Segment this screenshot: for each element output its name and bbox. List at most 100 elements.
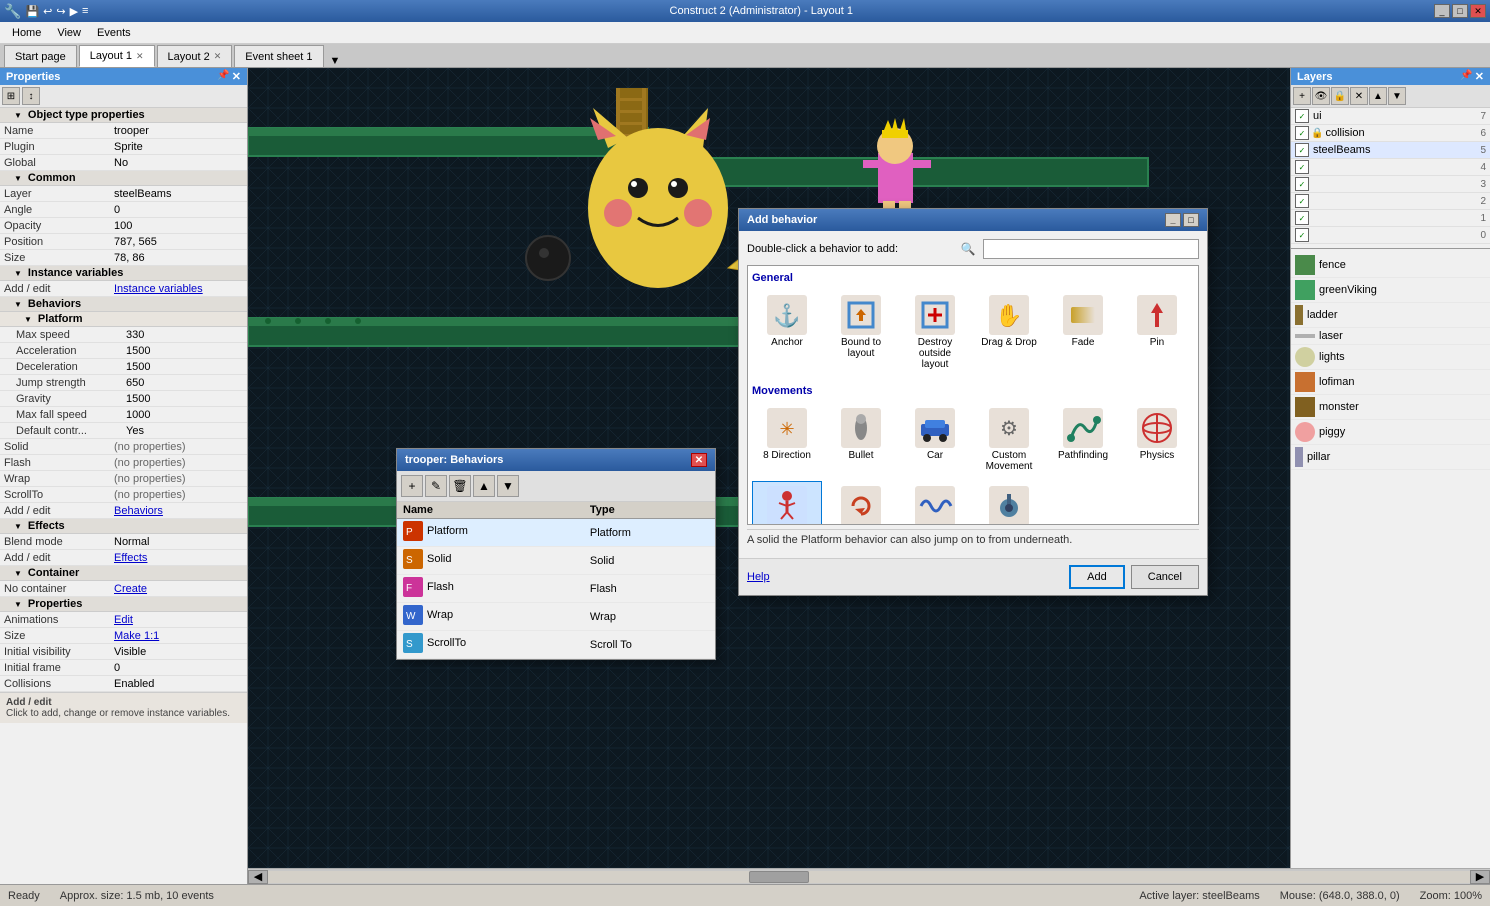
behavior-physics[interactable]: Physics xyxy=(1122,403,1192,477)
behavior-pathfinding[interactable]: Pathfinding xyxy=(1048,403,1118,477)
tab-layout1-close[interactable]: ✕ xyxy=(136,51,144,62)
layers-pin-icon[interactable]: 📌 xyxy=(1460,70,1472,83)
section-header-common[interactable]: Common xyxy=(0,171,247,186)
tab-layout2[interactable]: Layout 2 ✕ xyxy=(157,45,233,67)
add-behavior-add-button[interactable]: Add xyxy=(1069,565,1125,589)
table-row[interactable]: S Solid Solid xyxy=(397,547,715,575)
layers-close-icon[interactable]: ✕ xyxy=(1475,70,1484,83)
section-header-properties2[interactable]: Properties xyxy=(0,597,247,612)
properties-pin-icon[interactable]: 📌 xyxy=(217,70,229,83)
menu-view[interactable]: View xyxy=(49,25,89,41)
behaviors-up-btn[interactable]: ▲ xyxy=(473,475,495,497)
behavior-search-input[interactable] xyxy=(983,239,1199,259)
behaviors-add-btn[interactable]: + xyxy=(401,475,423,497)
tab-eventsheet1[interactable]: Event sheet 1 xyxy=(234,45,323,67)
list-item-monster[interactable]: monster xyxy=(1291,395,1490,420)
behavior-turret[interactable]: Turret xyxy=(974,481,1044,525)
behaviors-dialog[interactable]: trooper: Behaviors ✕ + ✎ 🗑 ▲ ▼ Name xyxy=(396,448,716,660)
tab-layout1[interactable]: Layout 1 ✕ xyxy=(79,45,155,67)
layer-row-4[interactable]: ✓ 4 xyxy=(1291,159,1490,176)
layer-0-visible[interactable]: ✓ xyxy=(1295,228,1309,242)
menu-home[interactable]: Home xyxy=(4,25,49,41)
list-item-ladder[interactable]: ladder xyxy=(1291,303,1490,328)
layer-row-0[interactable]: ✓ 0 xyxy=(1291,227,1490,244)
properties-close-icon[interactable]: ✕ xyxy=(232,70,241,83)
layer-row-steelbeams[interactable]: ✓ steelBeams 5 xyxy=(1291,142,1490,159)
list-item-piggy[interactable]: piggy xyxy=(1291,420,1490,445)
layer-down-btn[interactable]: ▼ xyxy=(1388,87,1406,105)
layer-4-visible[interactable]: ✓ xyxy=(1295,160,1309,174)
behaviors-down-btn[interactable]: ▼ xyxy=(497,475,519,497)
section-header-behaviors[interactable]: Behaviors xyxy=(0,297,247,312)
behavior-destroy-outside[interactable]: Destroy outside layout xyxy=(900,290,970,375)
section-header-effects[interactable]: Effects xyxy=(0,519,247,534)
list-item-fence[interactable]: fence xyxy=(1291,253,1490,278)
scroll-left-btn[interactable]: ◀ xyxy=(248,870,268,884)
close-button[interactable]: ✕ xyxy=(1470,4,1486,18)
behavior-8-direction[interactable]: ✳ 8 Direction xyxy=(752,403,822,477)
layer-up-btn[interactable]: ▲ xyxy=(1369,87,1387,105)
maximize-button[interactable]: □ xyxy=(1452,4,1468,18)
minimize-button[interactable]: _ xyxy=(1434,4,1450,18)
behavior-custom-movement[interactable]: ⚙ Custom Movement xyxy=(974,403,1044,477)
layer-row-2[interactable]: ✓ 2 xyxy=(1291,193,1490,210)
add-behavior-dialog[interactable]: Add behavior _ □ Double-click a behavior… xyxy=(738,208,1208,596)
layer-3-visible[interactable]: ✓ xyxy=(1295,177,1309,191)
add-behavior-cancel-button[interactable]: Cancel xyxy=(1131,565,1199,589)
behaviors-dialog-close[interactable]: ✕ xyxy=(691,453,707,467)
layer-row-ui[interactable]: ✓ ui 7 xyxy=(1291,108,1490,125)
help-link[interactable]: Help xyxy=(747,571,770,583)
list-item-pillar[interactable]: pillar xyxy=(1291,445,1490,470)
layer-row-collision[interactable]: ✓ 🔒 collision 6 xyxy=(1291,125,1490,142)
scroll-thumb-h[interactable] xyxy=(749,871,809,883)
layer-collision-visible[interactable]: ✓ xyxy=(1295,126,1309,140)
section-header-container[interactable]: Container xyxy=(0,566,247,581)
layer-2-visible[interactable]: ✓ xyxy=(1295,194,1309,208)
add-behavior-maximize[interactable]: □ xyxy=(1183,213,1199,227)
add-behavior-minimize[interactable]: _ xyxy=(1165,213,1181,227)
props-sort-btn[interactable]: ⊞ xyxy=(2,87,20,105)
section-header-instance-vars[interactable]: Instance variables xyxy=(0,266,247,281)
scroll-right-btn[interactable]: ▶ xyxy=(1470,870,1490,884)
behaviors-edit-btn[interactable]: ✎ xyxy=(425,475,447,497)
behavior-bullet[interactable]: Bullet xyxy=(826,403,896,477)
behavior-pin[interactable]: Pin xyxy=(1122,290,1192,375)
window-icon-save[interactable]: 💾 xyxy=(25,5,39,18)
layer-ui-visible[interactable]: ✓ xyxy=(1295,109,1309,123)
scroll-track-h[interactable] xyxy=(268,871,1470,883)
behavior-car[interactable]: Car xyxy=(900,403,970,477)
table-row[interactable]: P Platform Platform xyxy=(397,519,715,547)
layer-toggle-visible-btn[interactable]: 👁 xyxy=(1312,87,1330,105)
behavior-platform[interactable]: Platform xyxy=(752,481,822,525)
window-run[interactable]: ▶ xyxy=(70,5,78,18)
section-header-platform[interactable]: Platform xyxy=(0,312,247,327)
layer-steelbeams-visible[interactable]: ✓ xyxy=(1295,143,1309,157)
props-sort2-btn[interactable]: ↕ xyxy=(22,87,40,105)
tab-dropdown[interactable]: ▼ xyxy=(330,55,341,67)
layer-lock-btn[interactable]: 🔒 xyxy=(1331,87,1349,105)
layer-delete-btn[interactable]: ✕ xyxy=(1350,87,1368,105)
behavior-fade[interactable]: Fade xyxy=(1048,290,1118,375)
layer-1-visible[interactable]: ✓ xyxy=(1295,211,1309,225)
layer-add-btn[interactable]: + xyxy=(1293,87,1311,105)
layer-row-3[interactable]: ✓ 3 xyxy=(1291,176,1490,193)
game-canvas[interactable]: trooper: Behaviors ✕ + ✎ 🗑 ▲ ▼ Name xyxy=(248,68,1290,868)
list-item-greenviking[interactable]: greenViking xyxy=(1291,278,1490,303)
behaviors-delete-btn[interactable]: 🗑 xyxy=(449,475,471,497)
table-row[interactable]: F Flash Flash xyxy=(397,575,715,603)
window-redo[interactable]: ↪ xyxy=(56,5,65,18)
table-row[interactable]: W Wrap Wrap xyxy=(397,603,715,631)
behavior-anchor[interactable]: ⚓ Anchor xyxy=(752,290,822,375)
layer-row-1[interactable]: ✓ 1 xyxy=(1291,210,1490,227)
section-header-object-type[interactable]: Object type properties xyxy=(0,108,247,123)
tab-start-page[interactable]: Start page xyxy=(4,45,77,67)
tab-layout2-close[interactable]: ✕ xyxy=(214,51,222,62)
table-row[interactable]: S ScrollTo Scroll To xyxy=(397,631,715,659)
behavior-bound-to-layout[interactable]: Bound to layout xyxy=(826,290,896,375)
list-item-laser[interactable]: laser xyxy=(1291,328,1490,345)
canvas-scrollbar-horizontal[interactable]: ◀ ▶ xyxy=(248,868,1490,884)
behavior-sine[interactable]: Sine xyxy=(900,481,970,525)
menu-events[interactable]: Events xyxy=(89,25,139,41)
behavior-drag-drop[interactable]: ✋ Drag & Drop xyxy=(974,290,1044,375)
list-item-lofiman[interactable]: lofiman xyxy=(1291,370,1490,395)
